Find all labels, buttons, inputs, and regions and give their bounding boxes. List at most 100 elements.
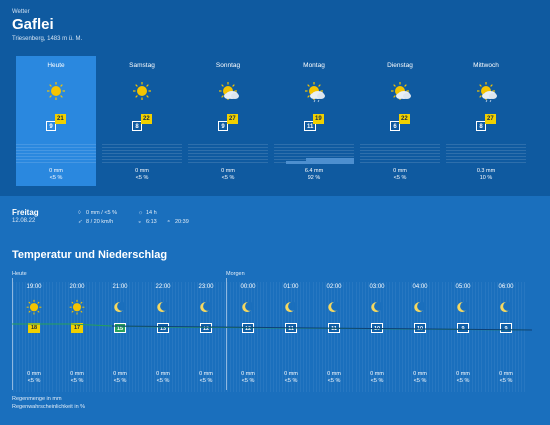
sun-icon [45, 81, 67, 101]
hour-rain-amount: 0 mm [499, 371, 513, 377]
sun-cloud-icon [389, 81, 411, 101]
precip-info: 0 mm <5 % [16, 168, 96, 182]
detail-date: 12.08.22 [12, 218, 36, 224]
moon-shape [414, 301, 427, 313]
moon-shape [157, 301, 170, 313]
moon-shape [242, 301, 255, 313]
moon-icon [368, 299, 386, 315]
sun-icon [68, 299, 86, 315]
hour-rain-probability: <5 % [156, 378, 170, 384]
rain-amount: 0 mm [49, 168, 63, 174]
rain-chart [188, 144, 268, 164]
sun-shape [47, 82, 65, 100]
hour-precip: 0 mm <5 % [56, 371, 98, 385]
hour-rain-amount: 0 mm [113, 371, 127, 377]
tomorrow-label: Morgen [226, 271, 245, 277]
hour-precip: 0 mm <5 % [313, 371, 355, 385]
rain-amount: 0.3 mm [476, 168, 496, 174]
day-name: Dienstag [387, 62, 413, 69]
detail-sunrise: ◒ 6:13 [138, 219, 157, 225]
rain-shape [485, 99, 492, 103]
hour-rain-probability: <5 % [413, 378, 427, 384]
moon-icon [197, 299, 215, 315]
hour-rain-amount: 0 mm [199, 371, 213, 377]
rain-amount: 0 mm [135, 168, 149, 174]
hour-precip: 0 mm <5 % [227, 371, 269, 385]
day-name: Samstag [129, 62, 155, 69]
day-name: Heute [47, 62, 65, 69]
day-card-montag[interactable]: Montag 11 19 6.4 mm 92 % [274, 56, 354, 186]
hour-rain-probability: <5 % [199, 378, 213, 384]
hour-rain-amount: 0 mm [413, 371, 427, 377]
moon-icon [154, 299, 172, 315]
precip-info: 0 mm <5 % [360, 168, 440, 182]
hour-precip: 0 mm <5 % [99, 371, 141, 385]
day-card-heute[interactable]: Heute 9 21 0 mm <5 % [16, 56, 96, 186]
sun-small-icon: ☼ [138, 210, 144, 216]
precip-info: 0.3 mm 10 % [446, 168, 526, 182]
day-card-sonntag[interactable]: Sonntag 9 27 0 mm <5 % [188, 56, 268, 186]
rain-chart [360, 144, 440, 164]
detail-wind-value: 8 / 20 km/h [86, 219, 114, 225]
detail-sunshine: ☼ 14 h [138, 210, 157, 216]
hour-precip: 0 mm <5 % [142, 371, 184, 385]
rain-chart [16, 144, 96, 164]
moon-icon [282, 299, 300, 315]
sun-icon [131, 81, 153, 101]
hour-rain-amount: 0 mm [284, 371, 298, 377]
hour-time: 02:00 [326, 284, 342, 290]
hourly-section-title: Temperatur und Niederschlag [12, 249, 168, 261]
hour-rain-amount: 0 mm [70, 371, 84, 377]
page-title: Gaflei [12, 16, 54, 33]
rain-chart [274, 144, 354, 164]
sun-cloud-rain-icon [303, 81, 325, 103]
hour-precip: 0 mm <5 % [356, 371, 398, 385]
hour-time: 20:00 [69, 284, 85, 290]
detail-day: Freitag [12, 208, 39, 217]
moon-icon [411, 299, 429, 315]
hour-precip: 0 mm <5 % [399, 371, 441, 385]
sun-shape [69, 299, 85, 315]
sunset-icon: ◓ [167, 219, 171, 225]
moon-shape [114, 301, 127, 313]
moon-icon [497, 299, 515, 315]
rain-bar [306, 158, 354, 164]
hour-rain-amount: 0 mm [27, 371, 41, 377]
sunrise-icon: ◒ [138, 219, 142, 225]
moon-icon [454, 299, 472, 315]
moon-shape [371, 301, 384, 313]
moon-shape [200, 301, 213, 313]
day-card-dienstag[interactable]: Dienstag 6 22 0 mm <5 % [360, 56, 440, 186]
precip-info: 6.4 mm 92 % [274, 168, 354, 182]
hour-rain-probability: <5 % [284, 378, 298, 384]
day-name: Mittwoch [473, 62, 499, 69]
sun-cloud-rain-icon [475, 81, 497, 103]
hour-rain-probability: <5 % [499, 378, 513, 384]
rain-amount: 6.4 mm [304, 168, 324, 174]
hour-rain-probability: <5 % [27, 378, 41, 384]
rain-bar [286, 161, 306, 164]
moon-shape [328, 301, 341, 313]
hour-time: 06:00 [498, 284, 514, 290]
moon-icon [325, 299, 343, 315]
day-card-samstag[interactable]: Samstag 8 22 0 mm <5 % [102, 56, 182, 186]
raindrop-icon: ◊ [78, 210, 81, 216]
max-temp-badge: 21 [55, 114, 66, 124]
hour-precip: 0 mm <5 % [185, 371, 227, 385]
sun-icon [25, 299, 43, 315]
rain-chart [102, 144, 182, 164]
hour-time: 00:00 [240, 284, 256, 290]
sun-cloud-icon [217, 81, 239, 101]
rain-amount: 0 mm [221, 168, 235, 174]
day-name: Montag [303, 62, 325, 69]
detail-precip: ◊ 0 mm / <5 % [78, 210, 117, 216]
moon-shape [457, 301, 470, 313]
location-subtitle: Triesenberg, 1483 m ü. M. [12, 36, 83, 42]
rain-amount: 0 mm [393, 168, 407, 174]
day-card-mittwoch[interactable]: Mittwoch 8 27 0.3 mm 10 % [446, 56, 526, 186]
hour-rain-probability: <5 % [113, 378, 127, 384]
hour-precip: 0 mm <5 % [270, 371, 312, 385]
day-name: Sonntag [215, 62, 241, 69]
hour-time: 03:00 [369, 284, 385, 290]
sun-shape [133, 82, 151, 100]
